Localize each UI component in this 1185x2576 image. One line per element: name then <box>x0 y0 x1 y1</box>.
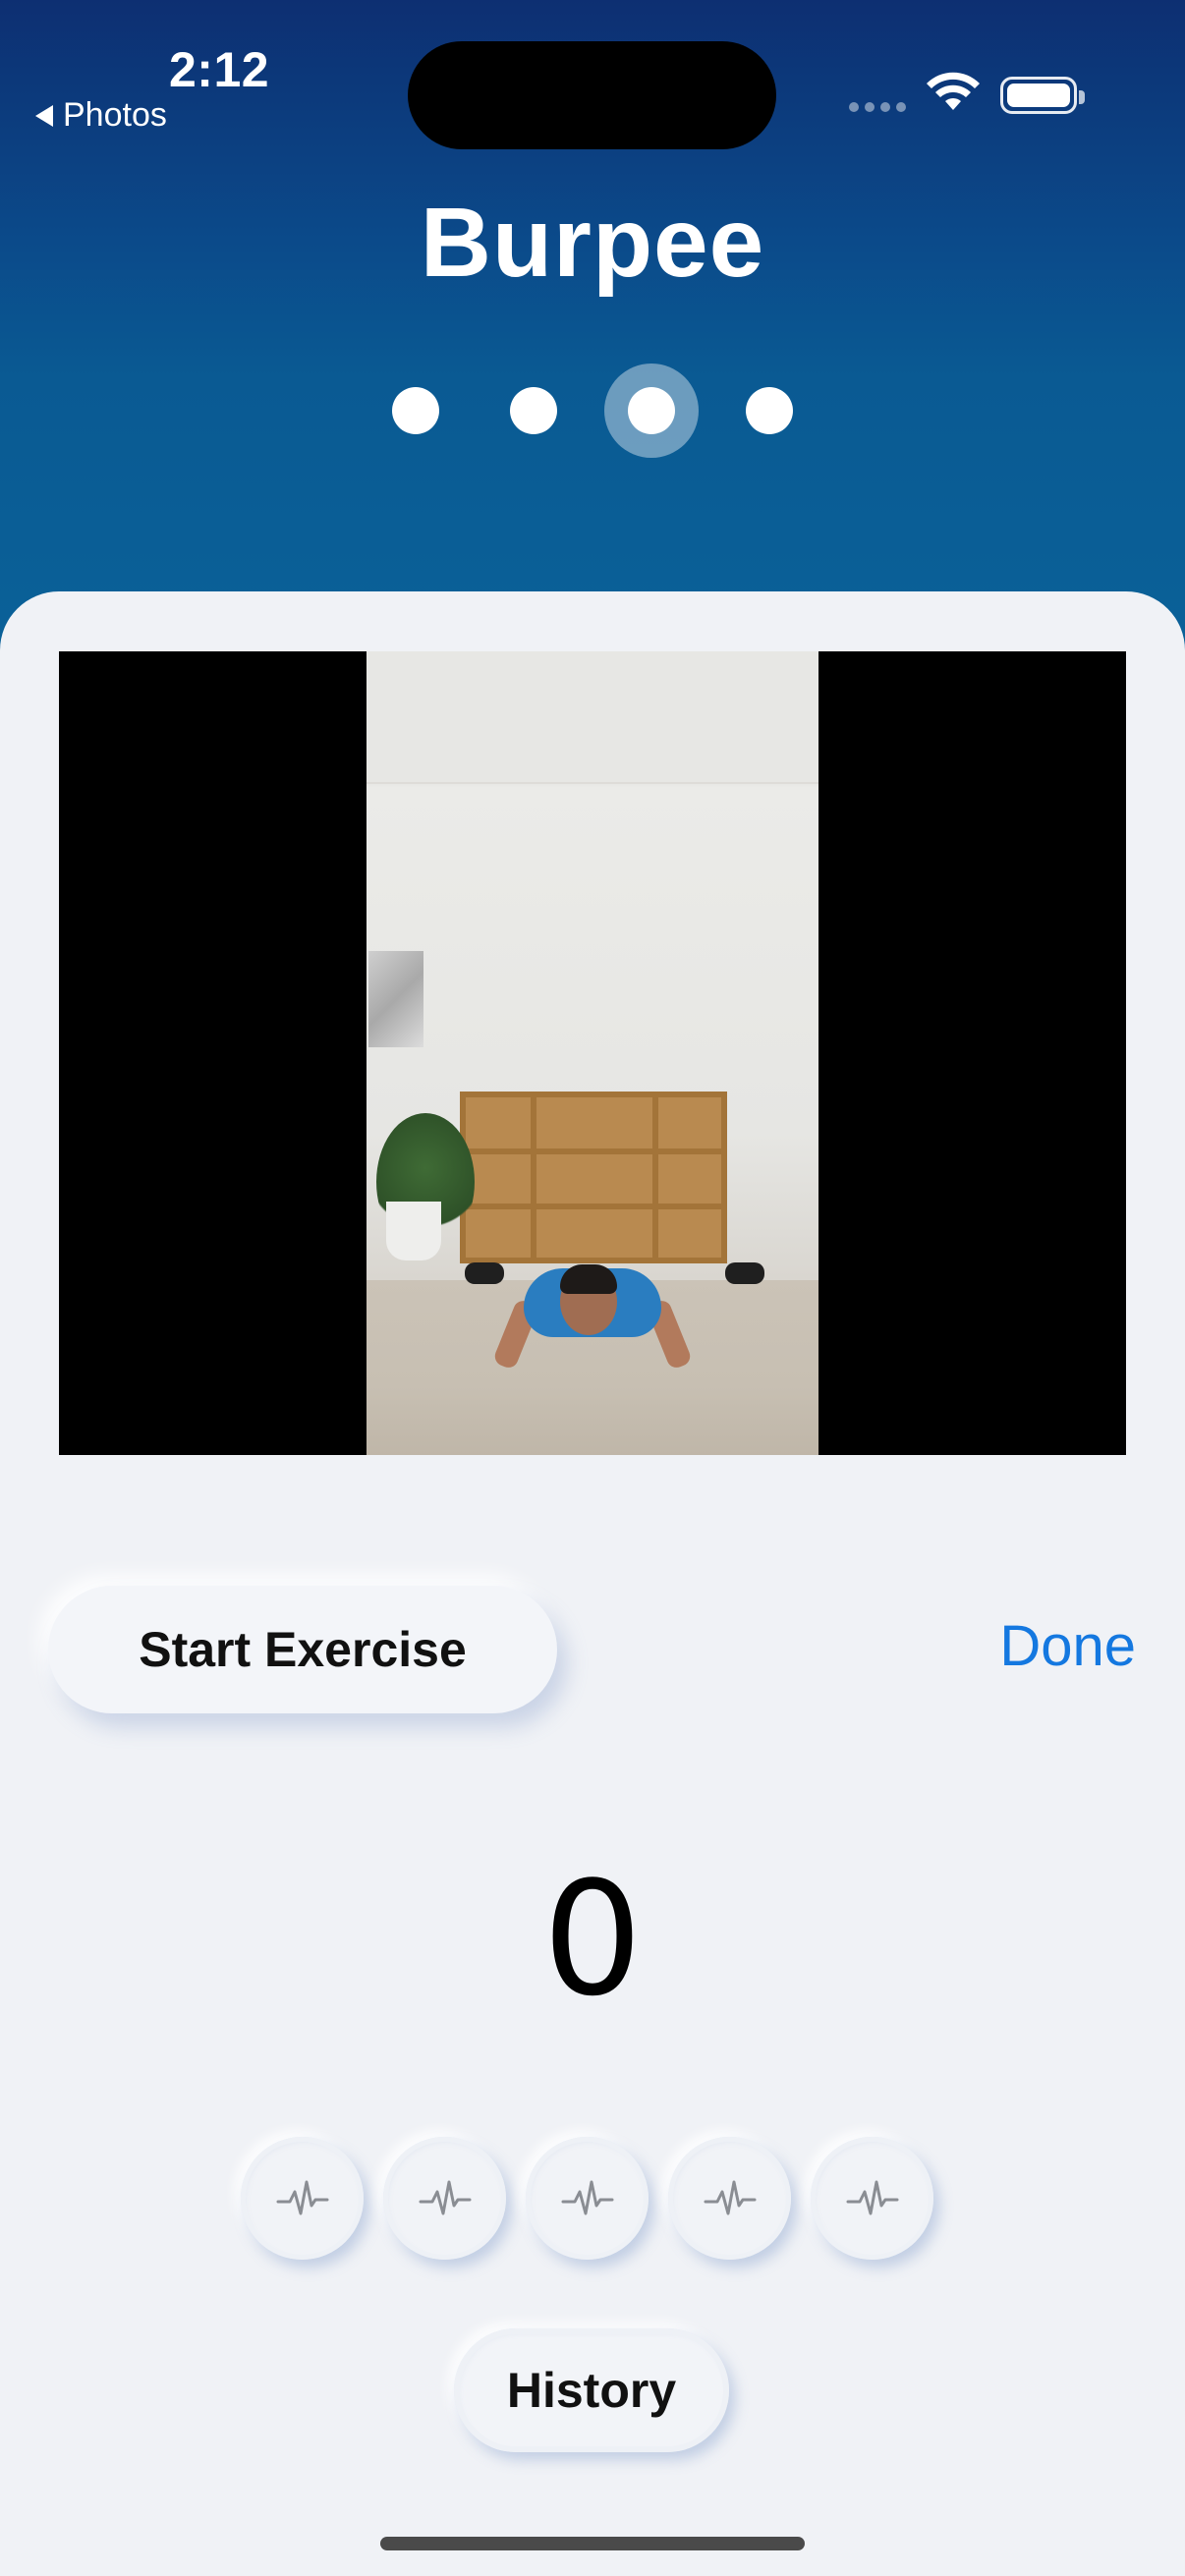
page-dot-active[interactable] <box>604 364 699 458</box>
exercise-video[interactable] <box>59 651 1126 1455</box>
page-dot[interactable] <box>392 387 439 434</box>
page-dot[interactable] <box>510 387 557 434</box>
exercise-title: Burpee <box>420 188 765 298</box>
done-button[interactable]: Done <box>999 1613 1136 1679</box>
heartbeat-button-row <box>241 2137 933 2260</box>
exercise-photo <box>367 651 818 1455</box>
heartbeat-button[interactable] <box>811 2137 933 2260</box>
cellular-signal-icon <box>849 102 906 112</box>
heartbeat-icon <box>846 2180 898 2214</box>
wifi-icon <box>927 72 980 110</box>
back-arrow-icon <box>35 104 53 127</box>
heartbeat-button[interactable] <box>526 2137 649 2260</box>
heartbeat-button[interactable] <box>241 2137 364 2260</box>
page-dot[interactable] <box>746 387 793 434</box>
heartbeat-button[interactable] <box>668 2137 791 2260</box>
heartbeat-icon <box>561 2180 613 2214</box>
rep-counter: 0 <box>542 1847 643 2031</box>
heartbeat-icon <box>276 2180 328 2214</box>
back-label: Photos <box>63 96 167 134</box>
screen: 2:12 Photos Burpee Start Exercise Done 0… <box>0 0 1185 2576</box>
dynamic-island <box>408 41 776 149</box>
battery-icon <box>1000 77 1085 114</box>
back-to-photos-link[interactable]: Photos <box>35 96 167 135</box>
heartbeat-icon <box>704 2180 756 2214</box>
page-indicator[interactable] <box>0 364 1185 458</box>
heartbeat-icon <box>419 2180 471 2214</box>
home-indicator[interactable] <box>380 2537 805 2550</box>
status-time: 2:12 <box>169 42 270 97</box>
heartbeat-button[interactable] <box>383 2137 506 2260</box>
history-button[interactable]: History <box>454 2328 729 2452</box>
start-exercise-button[interactable]: Start Exercise <box>48 1586 557 1713</box>
